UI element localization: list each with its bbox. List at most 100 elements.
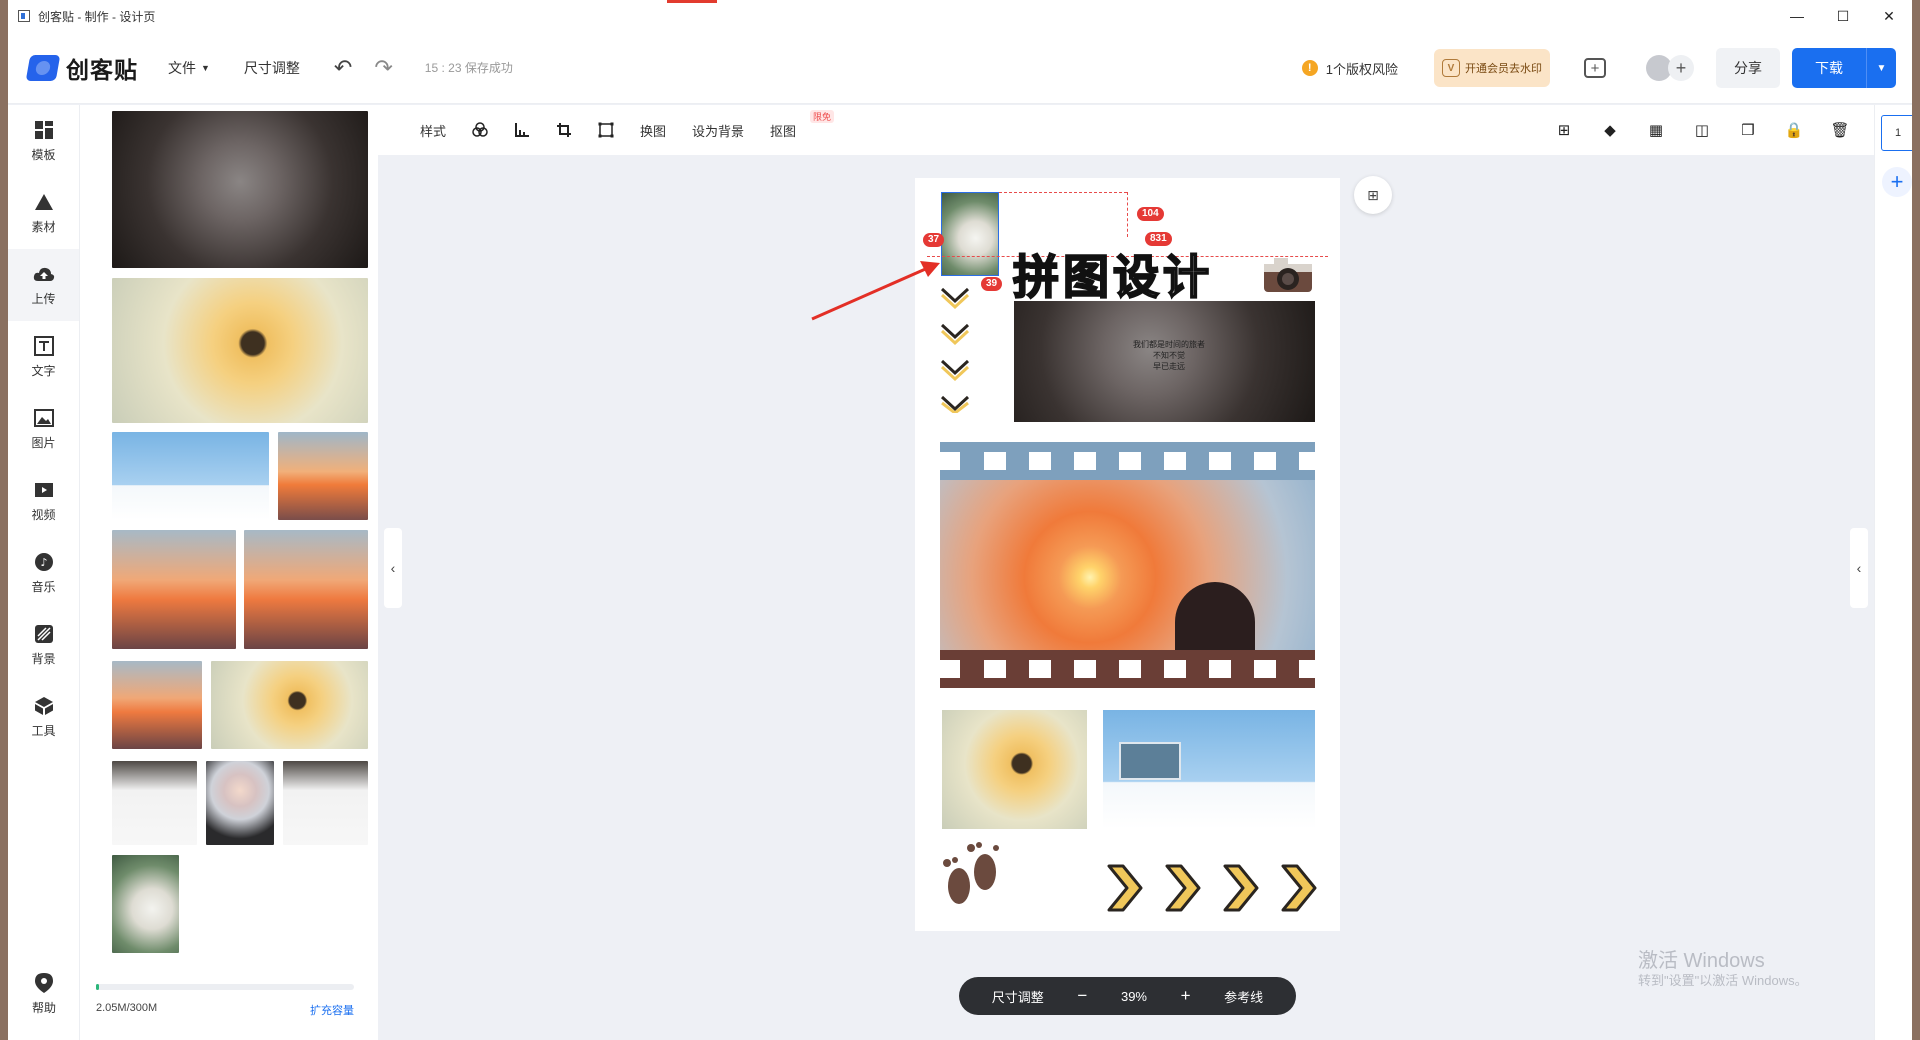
upload-thumb[interactable] (112, 761, 197, 845)
redo-icon[interactable]: ↷ (374, 55, 392, 81)
nav-background[interactable]: 背景 (8, 609, 79, 681)
nav-template[interactable]: 模板 (8, 105, 79, 177)
collaborators[interactable]: + (1646, 55, 1694, 81)
design-canvas[interactable]: 104 831 37 39 拼图设计 我们都是时间的旅者 不知不觉 早已走远 (915, 178, 1340, 931)
background-icon (33, 623, 55, 645)
nav-text[interactable]: 文字 (8, 321, 79, 393)
filter-icon[interactable] (472, 122, 488, 138)
upload-thumb[interactable] (278, 432, 368, 520)
nav-music[interactable]: ♪ 音乐 (8, 537, 79, 609)
camera-sticker[interactable] (1262, 254, 1314, 294)
logo[interactable]: 创客贴 (25, 51, 138, 85)
dusk-photo[interactable]: 我们都是时间的旅者 不知不觉 早已走远 (1014, 301, 1315, 422)
expand-storage-link[interactable]: 扩充容量 (310, 1002, 354, 1018)
window-title: 创客贴 - 制作 - 设计页 (38, 9, 156, 24)
share-button[interactable]: 分享 (1716, 48, 1780, 88)
vip-icon: V (1442, 59, 1460, 77)
chevron-right-stickers[interactable] (1105, 863, 1325, 916)
delete-icon[interactable]: 🗑 (1830, 121, 1850, 139)
collapse-panel-icon[interactable]: ‹ (384, 528, 402, 608)
download-button[interactable]: 下载 (1792, 48, 1866, 88)
help-icon (33, 972, 55, 994)
nav-help[interactable]: 帮助 (8, 958, 80, 1030)
close-icon[interactable]: ✕ (1866, 0, 1912, 32)
comment-icon[interactable]: + (1584, 58, 1606, 78)
upload-panel: 2.05M/300M 扩充容量 (80, 105, 378, 1040)
page-thumb[interactable]: 1 (1881, 115, 1912, 151)
nav-label: 背景 (31, 652, 56, 666)
nav-video[interactable]: 视频 (8, 465, 79, 537)
nav-tools[interactable]: 工具 (8, 681, 79, 753)
snow-photo[interactable] (1103, 710, 1315, 829)
upload-thumb[interactable] (244, 530, 368, 649)
expand-right-panel-icon[interactable]: ‹ (1850, 528, 1868, 608)
resize-button[interactable]: 尺寸调整 (244, 58, 300, 78)
vip-button[interactable]: V 开通会员去水印 (1434, 49, 1550, 87)
nav-upload[interactable]: 上传 (8, 249, 79, 321)
caption-line: 我们都是时间的旅者 (1133, 340, 1205, 349)
video-icon (33, 479, 55, 501)
nav-image[interactable]: 图片 (8, 393, 79, 465)
vip-label: 开通会员去水印 (1465, 63, 1542, 75)
nav-material[interactable]: 素材 (8, 177, 79, 249)
download-options-icon[interactable]: ▼ (1866, 48, 1896, 88)
annotation-arrow (811, 261, 940, 321)
zoom-level: 39% (1120, 988, 1147, 1004)
add-layer-icon[interactable]: ⊞ (1554, 121, 1574, 139)
crop-icon[interactable] (556, 122, 572, 138)
minimize-icon[interactable]: — (1774, 0, 1820, 32)
replace-image-button[interactable]: 换图 (640, 121, 666, 140)
layers-icon[interactable]: ◆ (1600, 121, 1620, 139)
upload-thumb[interactable] (206, 761, 274, 845)
nav-label: 音乐 (31, 580, 56, 594)
flower-photo[interactable] (942, 710, 1087, 829)
upload-thumb[interactable] (211, 661, 368, 749)
left-nav: 模板 素材 上传 文字 图片 视频 ♪ 音乐 背景 工具 帮助 (8, 105, 80, 1040)
flip-icon[interactable]: ◫ (1692, 121, 1712, 139)
svg-text:♪: ♪ (40, 556, 47, 569)
text-icon (33, 335, 55, 357)
guides-button[interactable]: 参考线 (1224, 987, 1263, 1006)
copyright-risk-button[interactable]: ! 1个版权风险 (1301, 59, 1398, 78)
shadow-icon[interactable]: ❒ (1738, 121, 1758, 139)
image-icon (33, 407, 55, 429)
upload-thumb[interactable] (112, 111, 368, 268)
poster-title[interactable]: 拼图设计 (1012, 241, 1213, 307)
logo-text: 创客贴 (66, 56, 138, 83)
wood-sign (1119, 742, 1181, 780)
transparency-icon[interactable]: ▦ (1646, 121, 1666, 139)
add-page-icon[interactable]: + (1882, 167, 1912, 197)
file-menu-button[interactable]: 文件 ▼ (168, 58, 210, 78)
sunset-film-photo[interactable] (940, 442, 1315, 688)
warning-icon: ! (1301, 60, 1318, 76)
upload-thumb[interactable] (112, 855, 179, 953)
cutout-button[interactable]: 抠图 限免 (770, 109, 835, 140)
set-background-button[interactable]: 设为背景 (692, 121, 744, 140)
upload-thumb[interactable] (112, 278, 368, 423)
nav-label: 图片 (31, 436, 56, 450)
lock-icon[interactable]: 🔒 (1784, 121, 1804, 139)
upload-thumb[interactable] (112, 661, 202, 749)
maximize-icon[interactable]: ☐ (1820, 0, 1866, 32)
upload-thumb[interactable] (112, 530, 236, 649)
tools-icon (33, 695, 55, 717)
nav-label: 模板 (31, 148, 56, 162)
zoom-in-button[interactable]: + (1181, 986, 1191, 1006)
upload-thumb[interactable] (112, 432, 269, 520)
add-comment-icon[interactable]: ⊞ (1354, 176, 1392, 214)
selected-cat-image[interactable] (941, 192, 999, 276)
mask-icon[interactable] (598, 122, 614, 138)
style-button[interactable]: 样式 (420, 121, 446, 140)
material-icon (33, 191, 55, 213)
undo-icon[interactable]: ↶ (334, 55, 352, 81)
add-collaborator-icon[interactable]: + (1668, 55, 1694, 81)
storage-info: 2.05M/300M 扩充容量 (96, 984, 354, 1018)
resize-bottom-button[interactable]: 尺寸调整 (992, 987, 1044, 1006)
nav-label: 素材 (31, 220, 56, 234)
adjust-icon[interactable] (514, 122, 530, 138)
nav-label: 帮助 (31, 1001, 56, 1015)
upload-thumb[interactable] (283, 761, 368, 845)
zoom-out-button[interactable]: − (1077, 986, 1087, 1006)
logo-mark-icon (25, 54, 61, 81)
footprints-sticker[interactable] (941, 838, 1007, 913)
